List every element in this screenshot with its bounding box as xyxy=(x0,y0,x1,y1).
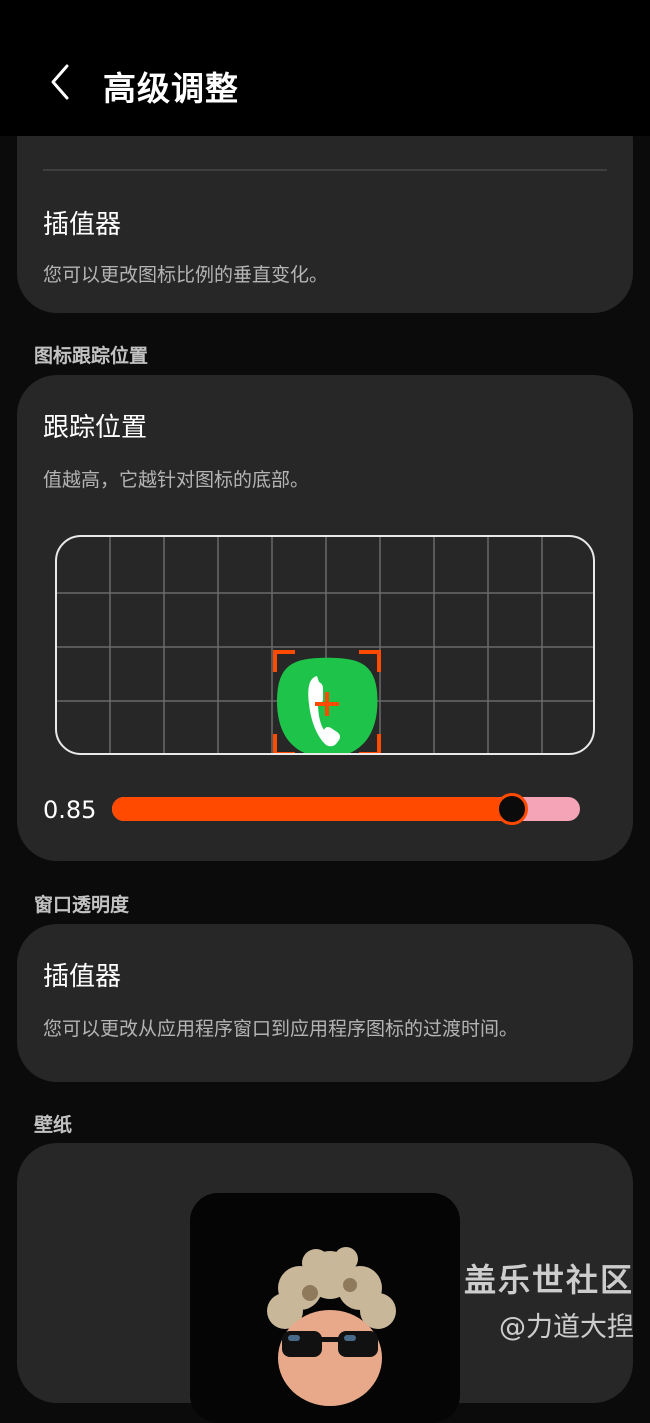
back-button[interactable] xyxy=(40,58,80,106)
opacity-interpolator-title: 插值器 xyxy=(43,962,122,992)
section-label-icon-tracking: 图标跟踪位置 xyxy=(34,345,149,367)
phone-app-icon xyxy=(273,650,381,753)
section-label-wallpaper: 壁纸 xyxy=(34,1114,73,1136)
chevron-left-icon xyxy=(51,64,69,100)
tracking-position-title: 跟踪位置 xyxy=(43,413,148,443)
slider-fill xyxy=(112,797,510,821)
tracking-position-description: 值越高，它越针对图标的底部。 xyxy=(43,469,310,491)
watermark-line-2: @力道大揑 xyxy=(499,1312,634,1343)
tracking-position-card: 跟踪位置 值越高，它越针对图标的底部。 0.85 xyxy=(17,375,633,861)
page-title: 高级调整 xyxy=(103,69,239,108)
tracking-position-slider[interactable] xyxy=(112,793,580,825)
watermark-line-1: 盖乐世社区 xyxy=(463,1261,634,1299)
wallpaper-avatar-image xyxy=(267,1247,396,1406)
interpolator-title: 插值器 xyxy=(43,210,122,240)
slider-value-label: 0.85 xyxy=(43,796,97,824)
opacity-interpolator-description: 您可以更改从应用程序窗口到应用程序图标的过渡时间。 xyxy=(43,1018,519,1040)
divider xyxy=(43,169,607,171)
tracking-preview-grid xyxy=(55,535,595,755)
section-label-window-opacity: 窗口透明度 xyxy=(34,894,130,916)
slider-thumb[interactable] xyxy=(495,793,528,825)
interpolator-description: 您可以更改图标比例的垂直变化。 xyxy=(43,264,329,286)
app-header: 高级调整 xyxy=(0,0,650,136)
interpolator-transition-card[interactable]: 插值器 您可以更改从应用程序窗口到应用程序图标的过渡时间。 xyxy=(17,924,633,1082)
wallpaper-preview[interactable] xyxy=(190,1193,460,1423)
community-watermark: 盖乐世社区 @力道大揑 xyxy=(464,1255,634,1344)
